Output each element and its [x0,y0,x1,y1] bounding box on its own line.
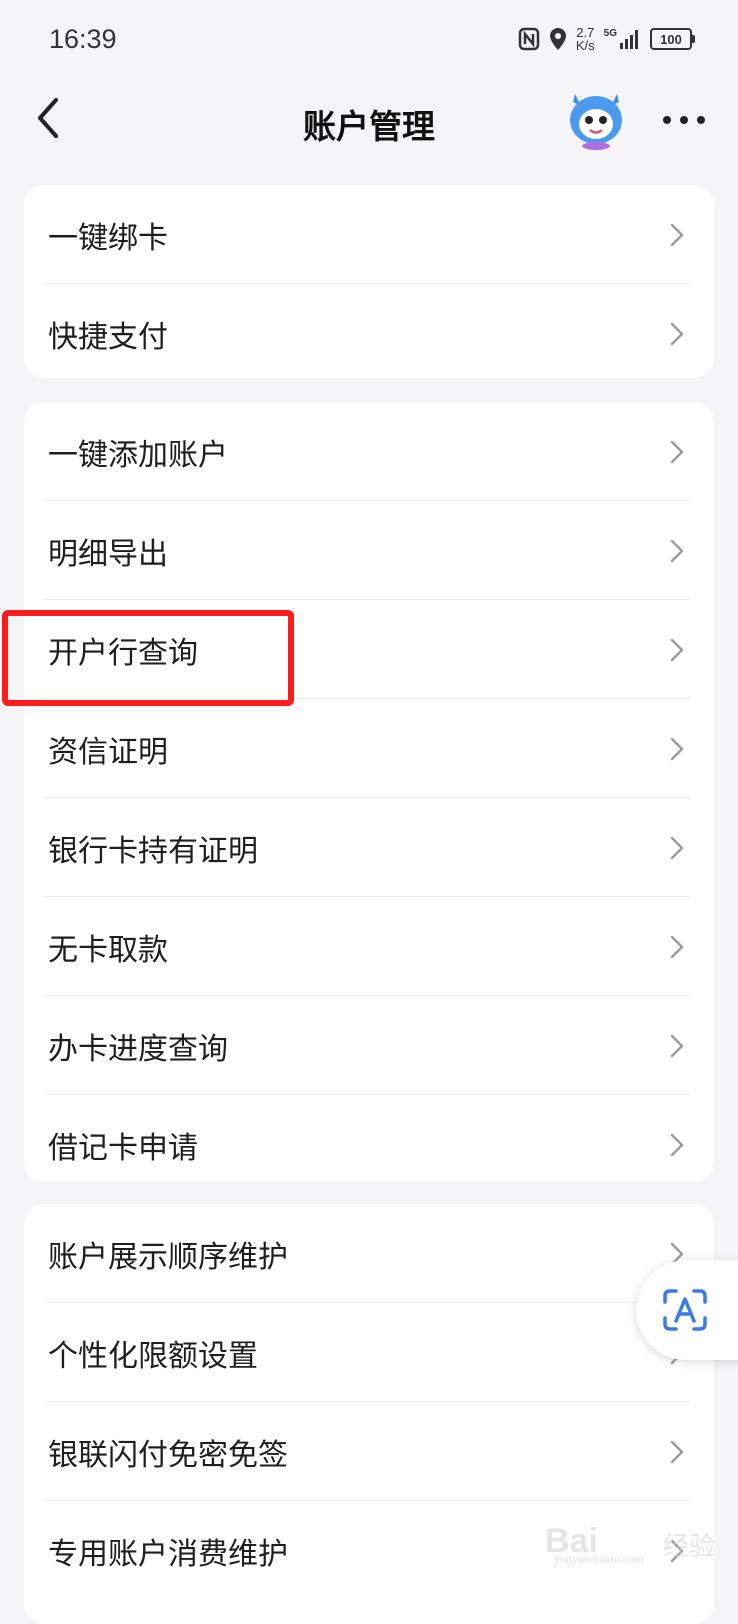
chevron-right-icon [670,1133,684,1157]
list-item-label: 银联闪付免密免签 [48,1438,288,1473]
list-item-label: 快捷支付 [48,320,168,355]
list-item-label: 办卡进度查询 [48,1032,228,1067]
list-item-label: 银行卡持有证明 [48,834,258,869]
network-speed: 2.7 K/s [576,26,595,52]
signal-icon: 5G [604,28,641,50]
chevron-right-icon [670,539,684,563]
more-dots-icon [663,116,705,124]
list-item-label: 一键添加账户 [48,438,228,473]
chevron-right-icon [670,440,684,464]
baidu-jingyan-watermark: Bai 经验 jingyan.baidu.com [545,1518,725,1568]
list-item[interactable]: 一键添加账户 [24,402,714,501]
more-button[interactable] [662,112,706,126]
chevron-right-icon [670,1034,684,1058]
network-type: 5G [603,28,617,39]
status-icons: 2.7 K/s 5G 100 [518,26,695,52]
list-item[interactable]: 一键绑卡 [24,185,714,284]
list-item-label: 无卡取款 [48,933,168,968]
list-item-label: 账户展示顺序维护 [48,1240,288,1275]
mascot-avatar-icon[interactable] [563,90,629,150]
card-account-services: 一键添加账户 明细导出 开户行查询 资信证明 银行卡持有证明 无卡取款 办卡进度… [24,402,714,1182]
status-bar: 16:39 2.7 K/s 5G 100 [0,0,738,84]
list-item[interactable]: 借记卡申请 [24,1095,714,1194]
list-item[interactable]: 开户行查询 [24,600,714,699]
card-binding: 一键绑卡 快捷支付 [24,185,714,378]
list-item-label: 开户行查询 [48,636,198,671]
list-item-label: 专用账户消费维护 [48,1537,288,1572]
list-item-label: 一键绑卡 [48,221,168,256]
location-icon [549,27,567,51]
chevron-right-icon [670,737,684,761]
list-item[interactable]: 资信证明 [24,699,714,798]
floating-text-recognition-button[interactable] [636,1260,738,1360]
list-item-label: 资信证明 [48,735,168,770]
chevron-right-icon [670,638,684,662]
list-item[interactable]: 银行卡持有证明 [24,798,714,897]
chevron-right-icon [670,1440,684,1464]
list-item-label: 借记卡申请 [48,1131,198,1166]
list-item[interactable]: 无卡取款 [24,897,714,996]
chevron-right-icon [670,836,684,860]
list-item[interactable]: 明细导出 [24,501,714,600]
watermark-url: jingyan.baidu.com [555,1554,644,1566]
speed-unit: K/s [575,38,595,53]
nfc-icon [518,27,540,51]
text-recognition-icon [663,1289,707,1331]
list-item[interactable]: 银联闪付免密免签 [24,1402,714,1501]
list-item[interactable]: 办卡进度查询 [24,996,714,1095]
list-item-label: 个性化限额设置 [48,1339,258,1374]
status-time: 16:39 [49,24,117,54]
list-item[interactable]: 个性化限额设置 [24,1303,714,1402]
watermark-text: 经验 [663,1532,716,1562]
list-item[interactable]: 快捷支付 [24,284,714,383]
battery-icon: 100 [650,28,695,50]
chevron-right-icon [670,322,684,346]
chevron-right-icon [670,223,684,247]
nav-bar: 账户管理 [0,84,738,192]
chevron-right-icon [670,935,684,959]
list-item-label: 明细导出 [48,537,168,572]
list-item[interactable]: 账户展示顺序维护 [24,1204,714,1303]
